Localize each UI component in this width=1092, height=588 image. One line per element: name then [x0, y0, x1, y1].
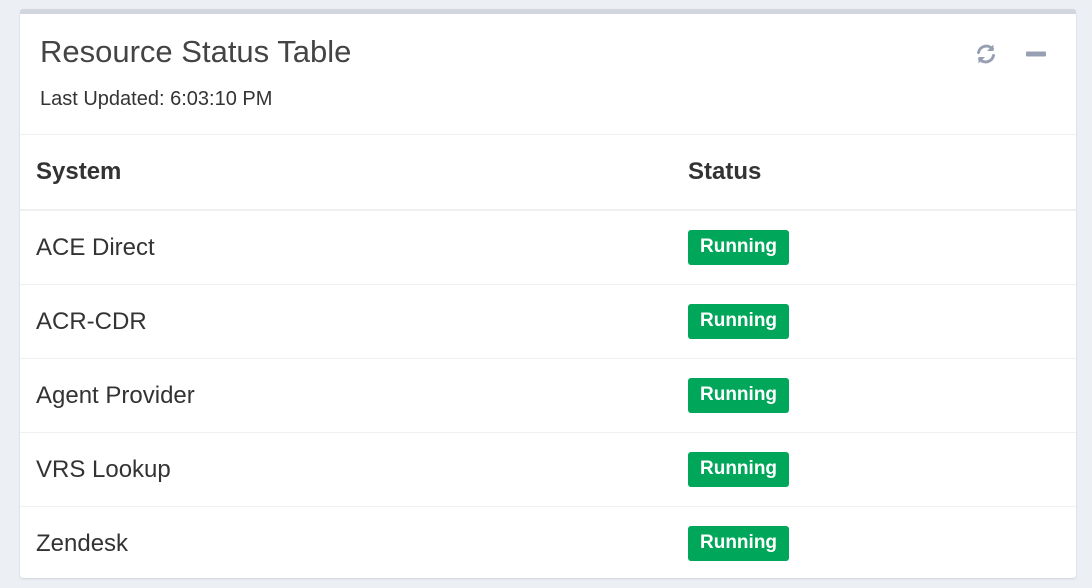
- minus-icon: [1026, 51, 1046, 57]
- table-row: Agent Provider Running: [20, 358, 1076, 433]
- collapse-button[interactable]: [1022, 40, 1050, 68]
- status-badge: Running: [688, 378, 790, 413]
- box-header: Resource Status Table Last Updated: 6:03…: [20, 14, 1076, 135]
- system-cell: ACR-CDR: [20, 284, 672, 359]
- status-badge: Running: [688, 230, 790, 265]
- system-cell: ACE Direct: [20, 210, 672, 285]
- system-cell: Agent Provider: [20, 358, 672, 433]
- table-row: ACR-CDR Running: [20, 284, 1076, 359]
- table-header-row: System Status: [20, 135, 1076, 211]
- box-tools: [972, 40, 1050, 68]
- status-cell: Running: [672, 358, 1076, 433]
- table-row: VRS Lookup Running: [20, 432, 1076, 507]
- refresh-icon: [977, 44, 995, 64]
- status-cell: Running: [672, 432, 1076, 507]
- box-title: Resource Status Table: [40, 34, 352, 69]
- status-badge: Running: [688, 452, 790, 487]
- column-header-status: Status: [672, 135, 1076, 211]
- table-row: ACE Direct Running: [20, 210, 1076, 285]
- resource-status-box: Resource Status Table Last Updated: 6:03…: [20, 9, 1076, 578]
- table-row: Zendesk Running: [20, 507, 1076, 579]
- status-badge: Running: [688, 304, 790, 339]
- status-cell: Running: [672, 507, 1076, 579]
- status-table: System Status ACE Direct Running ACR-CDR…: [20, 135, 1076, 578]
- status-cell: Running: [672, 210, 1076, 285]
- status-cell: Running: [672, 284, 1076, 359]
- last-updated-text: Last Updated: 6:03:10 PM: [40, 88, 273, 110]
- system-cell: Zendesk: [36, 529, 129, 557]
- column-header-system: System: [20, 135, 672, 211]
- refresh-button[interactable]: [972, 40, 1000, 68]
- status-badge: Running: [688, 526, 790, 561]
- system-cell: VRS Lookup: [20, 432, 672, 507]
